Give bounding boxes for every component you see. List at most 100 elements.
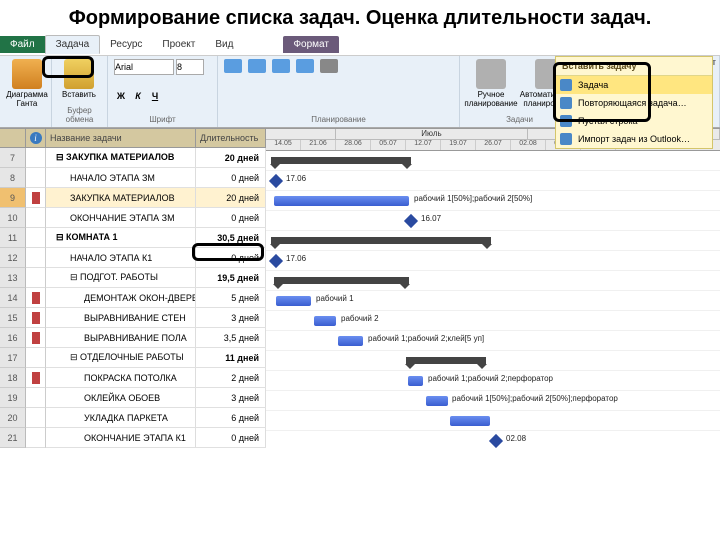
duration-cell[interactable]: 20 дней bbox=[196, 188, 266, 207]
task-name-cell[interactable]: ⊟ ОТДЕЛОЧНЫЕ РАБОТЫ bbox=[46, 348, 196, 367]
menu-item-task[interactable]: Задача bbox=[556, 76, 712, 94]
task-row[interactable]: ⊟ ЗАКУПКА МАТЕРИАЛОВ20 дней bbox=[46, 148, 266, 168]
summary-bar[interactable] bbox=[274, 277, 409, 284]
task-row[interactable]: НАЧАЛО ЭТАПА ЗМ0 дней bbox=[46, 168, 266, 188]
tab-view[interactable]: Вид bbox=[205, 36, 243, 53]
task-row[interactable]: ОКОНЧАНИЕ ЭТАПА К10 дней bbox=[46, 428, 266, 448]
task-bar[interactable] bbox=[426, 396, 448, 406]
row-number[interactable]: 17 bbox=[0, 348, 26, 368]
indent-75-icon[interactable] bbox=[296, 59, 314, 73]
task-row[interactable]: ВЫРАВНИВАНИЕ СТЕН3 дней bbox=[46, 308, 266, 328]
task-bar[interactable] bbox=[276, 296, 311, 306]
gantt-chart-area[interactable]: ИюльАвгуст 14.0521.0628.0605.0712.0719.0… bbox=[266, 129, 720, 448]
task-name-cell[interactable]: ВЫРАВНИВАНИЕ ПОЛА bbox=[46, 328, 196, 347]
row-number[interactable]: 13 bbox=[0, 268, 26, 288]
task-bar[interactable] bbox=[338, 336, 363, 346]
row-number[interactable]: 20 bbox=[0, 408, 26, 428]
duration-cell[interactable]: 3,5 дней bbox=[196, 328, 266, 347]
row-number[interactable]: 7 bbox=[0, 148, 26, 168]
duration-cell[interactable]: 3 дней bbox=[196, 308, 266, 327]
col-header-duration[interactable]: Длительность bbox=[196, 129, 266, 147]
indent-25-icon[interactable] bbox=[248, 59, 266, 73]
task-bar[interactable] bbox=[314, 316, 336, 326]
duration-cell[interactable]: 0 дней bbox=[196, 168, 266, 187]
task-name-cell[interactable]: НАЧАЛО ЭТАПА К1 bbox=[46, 248, 196, 267]
task-row[interactable]: ВЫРАВНИВАНИЕ ПОЛА3,5 дней bbox=[46, 328, 266, 348]
row-number[interactable]: 14 bbox=[0, 288, 26, 308]
col-header-name[interactable]: Название задачи bbox=[46, 129, 196, 147]
task-row[interactable]: ЗАКУПКА МАТЕРИАЛОВ20 дней bbox=[46, 188, 266, 208]
task-row[interactable]: ОКЛЕЙКА ОБОЕВ3 дней bbox=[46, 388, 266, 408]
duration-cell[interactable]: 19,5 дней bbox=[196, 268, 266, 287]
tab-file[interactable]: Файл bbox=[0, 36, 45, 53]
menu-item-recurring[interactable]: Повторяющаяся задача… bbox=[556, 94, 712, 112]
row-number[interactable]: 18 bbox=[0, 368, 26, 388]
task-name-cell[interactable]: ВЫРАВНИВАНИЕ СТЕН bbox=[46, 308, 196, 327]
task-row[interactable]: ОКОНЧАНИЕ ЭТАПА ЗМ0 дней bbox=[46, 208, 266, 228]
task-row[interactable]: ПОКРАСКА ПОТОЛКА2 дней bbox=[46, 368, 266, 388]
paste-button[interactable]: Вставить bbox=[58, 59, 100, 100]
duration-cell[interactable]: 2 дней bbox=[196, 368, 266, 387]
duration-cell[interactable]: 11 дней bbox=[196, 348, 266, 367]
duration-cell[interactable]: 3 дней bbox=[196, 388, 266, 407]
task-name-cell[interactable]: ОКОНЧАНИЕ ЭТАПА ЗМ bbox=[46, 208, 196, 227]
task-bar[interactable] bbox=[450, 416, 490, 426]
task-row[interactable]: УКЛАДКА ПАРКЕТА6 дней bbox=[46, 408, 266, 428]
task-name-cell[interactable]: ОКЛЕЙКА ОБОЕВ bbox=[46, 388, 196, 407]
milestone[interactable] bbox=[269, 174, 283, 188]
tab-task[interactable]: Задача bbox=[45, 35, 101, 54]
task-name-cell[interactable]: ⊟ ПОДГОТ. РАБОТЫ bbox=[46, 268, 196, 287]
gantt-chart-button[interactable]: Диаграмма Ганта bbox=[6, 59, 48, 109]
task-name-cell[interactable]: ЗАКУПКА МАТЕРИАЛОВ bbox=[46, 188, 196, 207]
summary-bar[interactable] bbox=[271, 157, 411, 164]
duration-cell[interactable]: 6 дней bbox=[196, 408, 266, 427]
underline-button[interactable]: Ч bbox=[148, 90, 162, 104]
duration-cell[interactable]: 30,5 дней bbox=[196, 228, 266, 247]
task-name-cell[interactable]: ДЕМОНТАЖ ОКОН-ДВЕРЕЙ bbox=[46, 288, 196, 307]
task-name-cell[interactable]: УКЛАДКА ПАРКЕТА bbox=[46, 408, 196, 427]
tab-project[interactable]: Проект bbox=[152, 36, 205, 53]
row-number[interactable]: 11 bbox=[0, 228, 26, 248]
menu-item-outlook[interactable]: Импорт задач из Outlook… bbox=[556, 130, 712, 148]
tab-resource[interactable]: Ресурс bbox=[100, 36, 152, 53]
task-name-cell[interactable]: ПОКРАСКА ПОТОЛКА bbox=[46, 368, 196, 387]
task-bar[interactable] bbox=[274, 196, 409, 206]
duration-cell[interactable]: 0 дней bbox=[196, 428, 266, 447]
summary-bar[interactable] bbox=[271, 237, 491, 244]
task-name-cell[interactable]: ⊟ ЗАКУПКА МАТЕРИАЛОВ bbox=[46, 148, 196, 167]
italic-button[interactable]: К bbox=[131, 90, 145, 104]
duration-cell[interactable]: 0 дней bbox=[196, 248, 266, 267]
summary-bar[interactable] bbox=[406, 357, 486, 364]
row-number[interactable]: 10 bbox=[0, 208, 26, 228]
row-number[interactable]: 12 bbox=[0, 248, 26, 268]
indent-0-icon[interactable] bbox=[224, 59, 242, 73]
duration-cell[interactable]: 5 дней bbox=[196, 288, 266, 307]
font-name-select[interactable] bbox=[114, 59, 174, 75]
bold-button[interactable]: Ж bbox=[114, 90, 128, 104]
task-row[interactable]: НАЧАЛО ЭТАПА К10 дней bbox=[46, 248, 266, 268]
row-number[interactable]: 19 bbox=[0, 388, 26, 408]
link-icon[interactable] bbox=[320, 59, 338, 73]
task-bar[interactable] bbox=[408, 376, 423, 386]
menu-item-blank[interactable]: Пустая строка bbox=[556, 112, 712, 130]
manual-schedule-button[interactable]: Ручное планирование bbox=[466, 59, 516, 109]
milestone[interactable] bbox=[269, 254, 283, 268]
row-number[interactable]: 21 bbox=[0, 428, 26, 448]
task-name-cell[interactable]: ⊟ КОМНАТА 1 bbox=[46, 228, 196, 247]
duration-cell[interactable]: 20 дней bbox=[196, 148, 266, 167]
indent-50-icon[interactable] bbox=[272, 59, 290, 73]
row-number[interactable]: 9 bbox=[0, 188, 26, 208]
task-row[interactable]: ⊟ ОТДЕЛОЧНЫЕ РАБОТЫ11 дней bbox=[46, 348, 266, 368]
row-number[interactable]: 8 bbox=[0, 168, 26, 188]
task-row[interactable]: ⊟ ПОДГОТ. РАБОТЫ19,5 дней bbox=[46, 268, 266, 288]
row-number[interactable]: 15 bbox=[0, 308, 26, 328]
duration-cell[interactable]: 0 дней bbox=[196, 208, 266, 227]
task-name-cell[interactable]: НАЧАЛО ЭТАПА ЗМ bbox=[46, 168, 196, 187]
tab-format[interactable]: Формат bbox=[283, 36, 339, 53]
row-number[interactable]: 16 bbox=[0, 328, 26, 348]
font-size-select[interactable] bbox=[176, 59, 204, 75]
task-name-cell[interactable]: ОКОНЧАНИЕ ЭТАПА К1 bbox=[46, 428, 196, 447]
task-row[interactable]: ДЕМОНТАЖ ОКОН-ДВЕРЕЙ5 дней bbox=[46, 288, 266, 308]
milestone[interactable] bbox=[489, 434, 503, 448]
milestone[interactable] bbox=[404, 214, 418, 228]
